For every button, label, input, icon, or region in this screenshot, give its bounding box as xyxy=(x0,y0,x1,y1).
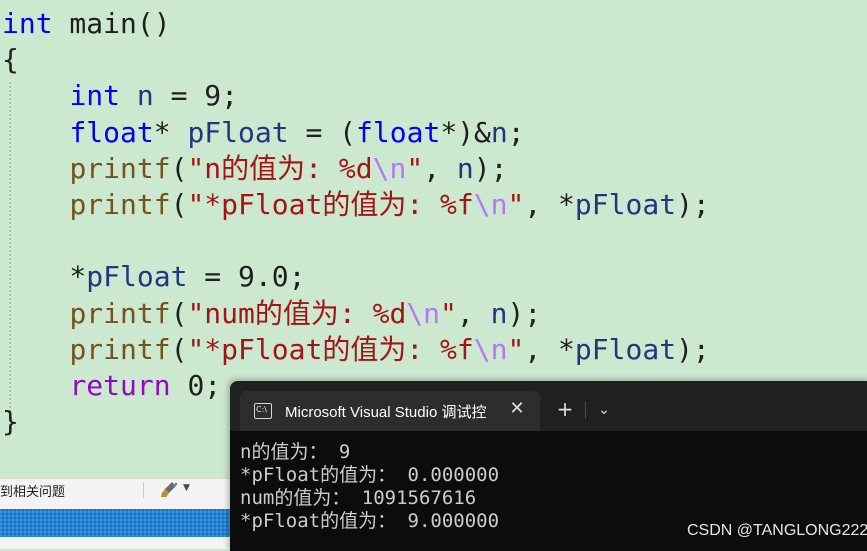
code-token: pFloat xyxy=(574,333,677,366)
code-token: "*pFloat的值为: %f xyxy=(187,333,474,366)
error-list-label: 到相关问题 xyxy=(0,485,66,500)
code-token: int xyxy=(69,79,121,112)
code-token: { xyxy=(2,43,19,76)
code-token: ); xyxy=(676,188,710,221)
code-line[interactable]: printf("n的值为: %d\n", n); xyxy=(2,151,507,187)
code-token: pFloat xyxy=(574,188,677,221)
error-list-toolbar: 到相关问题 ▼ xyxy=(0,478,240,501)
tab-separator xyxy=(585,401,586,419)
code-token: \n xyxy=(473,333,508,366)
code-token: , xyxy=(423,152,457,185)
close-icon[interactable]: ✕ xyxy=(507,399,527,419)
code-line[interactable]: return 0; xyxy=(2,368,221,404)
code-token: "*pFloat的值为: %f xyxy=(187,188,474,221)
code-token: ( xyxy=(170,188,188,221)
code-line[interactable]: int main() xyxy=(2,6,171,42)
output-line: num的值为： 1091567616 xyxy=(240,487,477,509)
code-token: , * xyxy=(524,188,575,221)
code-token: n xyxy=(490,297,508,330)
code-line[interactable]: int n = 9; xyxy=(2,78,238,114)
code-token: ); xyxy=(473,152,508,185)
code-token: pFloat xyxy=(187,116,289,149)
watermark: CSDN @TANGLONG222 xyxy=(687,522,867,539)
code-token: " xyxy=(507,188,525,221)
code-token: n xyxy=(456,152,474,185)
code-token: \n xyxy=(372,152,407,185)
toolbar-separator xyxy=(143,482,144,498)
panel-divider xyxy=(0,500,240,509)
code-token: ; xyxy=(507,116,525,149)
chevron-down-icon[interactable]: ▼ xyxy=(183,483,190,493)
code-token: int xyxy=(2,7,53,40)
code-token: * xyxy=(2,260,87,293)
code-token: , xyxy=(456,297,491,330)
code-line[interactable]: } xyxy=(2,404,19,440)
code-token: n xyxy=(490,116,508,149)
tab-title: Microsoft Visual Studio 调试控 xyxy=(285,404,487,421)
code-token: printf xyxy=(69,188,171,221)
code-token: ( xyxy=(170,333,188,366)
code-token: " xyxy=(406,152,424,185)
code-token: n xyxy=(136,79,154,112)
console-app-icon: C:\ xyxy=(254,403,272,419)
code-line[interactable]: printf("*pFloat的值为: %f\n", *pFloat); xyxy=(2,187,710,223)
code-token: "num的值为: %d xyxy=(187,297,407,330)
code-token: } xyxy=(2,405,19,438)
progress-strip xyxy=(0,509,240,537)
code-line[interactable]: printf("num的值为: %d\n", n); xyxy=(2,296,541,332)
code-line[interactable]: printf("*pFloat的值为: %f\n", *pFloat); xyxy=(2,332,710,368)
code-token: printf xyxy=(69,333,171,366)
code-token: float xyxy=(69,116,154,149)
code-line[interactable]: float* pFloat = (float*)&n; xyxy=(2,115,525,151)
code-token: ); xyxy=(507,297,542,330)
code-token: \n xyxy=(406,297,441,330)
code-token: * xyxy=(153,116,188,149)
output-line: n的值为： 9 xyxy=(240,441,351,463)
code-token: main() xyxy=(52,7,171,40)
code-token: = ( xyxy=(288,116,357,149)
code-token: printf xyxy=(69,297,171,330)
code-line[interactable]: { xyxy=(2,42,19,78)
code-token: float xyxy=(356,116,441,149)
code-token: *)& xyxy=(440,116,491,149)
code-token: = 9.0; xyxy=(187,260,306,293)
new-tab-button[interactable]: + xyxy=(555,399,575,419)
panel-divider xyxy=(0,537,240,549)
code-token: ); xyxy=(676,333,710,366)
console-app-icon-text: C:\ xyxy=(256,405,267,414)
output-line: *pFloat的值为： 0.000000 xyxy=(240,464,500,486)
code-token: "n的值为: %d xyxy=(187,152,373,185)
code-token: ( xyxy=(170,297,188,330)
code-token: return xyxy=(69,369,171,402)
code-token: = 9; xyxy=(153,79,239,112)
code-token: \n xyxy=(473,188,508,221)
cleanup-brush-icon[interactable] xyxy=(160,481,180,499)
code-token: " xyxy=(507,333,525,366)
code-token: pFloat xyxy=(86,260,188,293)
terminal-tab-bar: C:\ Microsoft Visual Studio 调试控 ✕ + ⌄ xyxy=(230,381,867,431)
terminal-tab[interactable]: C:\ Microsoft Visual Studio 调试控 ✕ xyxy=(240,391,540,431)
code-token: printf xyxy=(69,152,171,185)
chevron-down-icon[interactable]: ⌄ xyxy=(594,400,614,420)
code-token: ( xyxy=(170,152,188,185)
code-token: " xyxy=(440,297,457,330)
code-token: , * xyxy=(524,333,575,366)
code-line[interactable]: *pFloat = 9.0; xyxy=(2,259,305,295)
code-token: 0; xyxy=(170,369,222,402)
